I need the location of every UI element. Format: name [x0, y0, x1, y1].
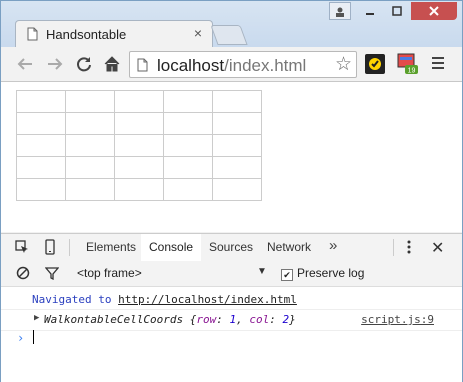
browser-toolbar: localhost/index.html ☆ 19	[1, 47, 462, 82]
bookmark-star-icon[interactable]: ☆	[335, 53, 352, 76]
grid-cell[interactable]	[65, 134, 115, 157]
console-toolbar: <top frame> ▼ ✔ Preserve log	[1, 261, 462, 287]
reload-icon[interactable]	[75, 55, 93, 73]
devtools-close-icon[interactable]: ✕	[431, 238, 444, 258]
logged-object[interactable]: WalkontableCellCoords {row: 1, col: 2}	[44, 313, 296, 326]
grid-cell[interactable]	[212, 178, 262, 201]
window-close-button[interactable]	[411, 2, 457, 20]
grid-cell[interactable]	[212, 156, 262, 179]
divider	[393, 239, 394, 256]
grid-cell[interactable]	[16, 134, 66, 157]
grid-row	[16, 178, 262, 201]
address-bar[interactable]: localhost/index.html ☆	[129, 51, 357, 78]
grid-cell[interactable]	[163, 156, 213, 179]
expand-triangle-icon[interactable]: ▶	[34, 313, 39, 323]
grid-cell[interactable]	[163, 134, 213, 157]
source-link[interactable]: script.js:9	[361, 313, 434, 326]
menu-icon[interactable]	[431, 55, 445, 71]
grid-cell[interactable]	[65, 90, 115, 113]
page-content	[1, 82, 462, 232]
grid-row	[16, 134, 262, 157]
title-bar: Handsontable ×	[1, 1, 462, 47]
grid-cell[interactable]	[212, 90, 262, 113]
maximize-button[interactable]	[384, 2, 410, 20]
back-arrow-icon[interactable]	[16, 55, 34, 73]
grid-cell[interactable]	[114, 112, 164, 135]
home-icon[interactable]	[103, 55, 121, 73]
checkbox-checked-icon[interactable]: ✔	[281, 269, 293, 281]
grid-cell[interactable]	[212, 134, 262, 157]
divider	[69, 239, 70, 256]
device-mode-icon[interactable]	[45, 239, 55, 255]
tab-title: Handsontable	[46, 27, 127, 42]
handsontable-grid[interactable]	[16, 90, 262, 201]
grid-cell[interactable]	[65, 178, 115, 201]
grid-cell[interactable]	[16, 178, 66, 201]
clear-console-icon[interactable]	[16, 266, 30, 280]
browser-window: Handsontable × localhost/index.html ☆ 19…	[0, 0, 463, 382]
grid-row	[16, 90, 262, 113]
user-profile-button[interactable]	[329, 2, 351, 20]
filter-icon[interactable]	[45, 266, 59, 280]
frame-select[interactable]: <top frame>	[77, 266, 142, 280]
grid-cell[interactable]	[16, 90, 66, 113]
grid-cell[interactable]	[65, 156, 115, 179]
tab-sources[interactable]: Sources	[209, 240, 253, 254]
window-close-icon	[429, 6, 439, 16]
console-message: ▶ WalkontableCellCoords {row: 1, col: 2}…	[1, 309, 462, 331]
grid-cell[interactable]	[114, 134, 164, 157]
grid-cell[interactable]	[16, 112, 66, 135]
page-icon	[27, 27, 38, 41]
tab-close-icon[interactable]: ×	[194, 25, 202, 41]
grid-row	[16, 112, 262, 135]
grid-cell[interactable]	[212, 112, 262, 135]
inspect-element-icon[interactable]	[15, 240, 29, 254]
url-text: localhost/index.html	[157, 56, 307, 75]
grid-cell[interactable]	[163, 178, 213, 201]
extension-badge-icon[interactable]: 19	[397, 53, 419, 75]
tab-console[interactable]: Console	[149, 240, 194, 254]
grid-cell[interactable]	[163, 90, 213, 113]
grid-cell[interactable]	[114, 178, 164, 201]
user-icon	[336, 7, 344, 17]
minimize-button[interactable]	[357, 2, 383, 20]
tab-handsontable[interactable]: Handsontable ×	[15, 20, 213, 47]
grid-cell[interactable]	[16, 156, 66, 179]
navigated-url-link[interactable]: http://localhost/index.html	[118, 293, 297, 306]
prompt-icon: ›	[17, 331, 25, 345]
chevron-down-icon[interactable]: ▼	[257, 266, 267, 277]
grid-row	[16, 156, 262, 179]
preserve-log-checkbox[interactable]: ✔ Preserve log	[281, 266, 364, 281]
grid-cell[interactable]	[65, 112, 115, 135]
tab-elements[interactable]: Elements	[86, 240, 136, 254]
minimize-icon	[366, 13, 374, 15]
console-output: Navigated to http://localhost/index.html…	[1, 287, 462, 382]
console-message: Navigated to http://localhost/index.html	[32, 293, 297, 306]
more-tabs-icon[interactable]: »	[329, 237, 337, 254]
new-tab-button[interactable]	[210, 25, 248, 45]
devtools-menu-icon[interactable]	[407, 239, 411, 255]
tab-network[interactable]: Network	[267, 240, 311, 254]
grid-cell[interactable]	[114, 90, 164, 113]
maximize-icon	[392, 6, 402, 16]
devtools-tabbar: Elements Console Sources Network » ✕	[1, 233, 462, 262]
svg-text:19: 19	[408, 68, 416, 75]
extension-check-icon[interactable]	[365, 54, 385, 74]
forward-arrow-icon[interactable]	[46, 55, 64, 73]
console-input[interactable]	[33, 330, 34, 344]
page-info-icon[interactable]	[137, 58, 148, 72]
grid-cell[interactable]	[163, 112, 213, 135]
grid-cell[interactable]	[114, 156, 164, 179]
